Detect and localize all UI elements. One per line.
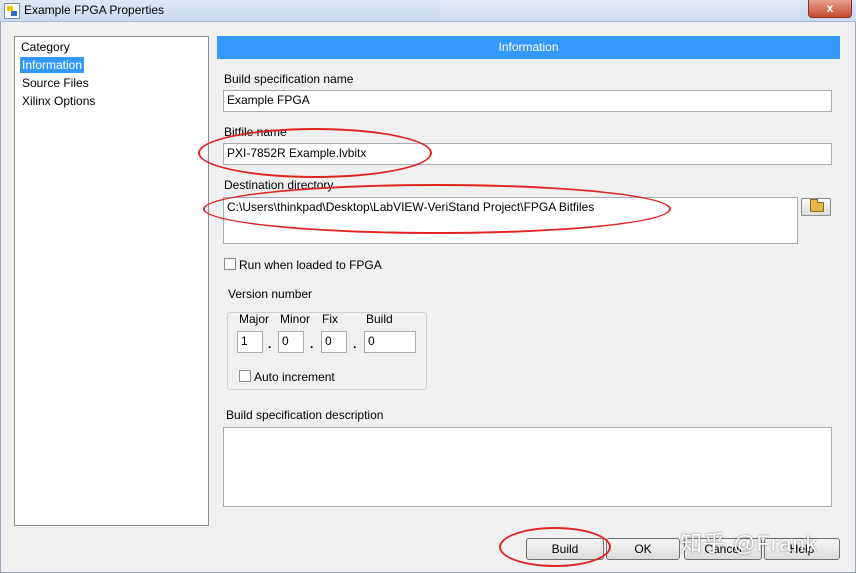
- cancel-button[interactable]: Cancel: [684, 538, 762, 560]
- version-minor-label: Minor: [280, 312, 311, 326]
- run-when-loaded-label: Run when loaded to FPGA: [239, 258, 382, 272]
- auto-increment-checkbox[interactable]: [239, 370, 251, 382]
- version-major-label: Major: [239, 312, 270, 326]
- version-build-label: Build: [366, 312, 393, 326]
- app-icon: [4, 3, 20, 19]
- build-spec-name-input[interactable]: Example FPGA: [223, 90, 832, 112]
- help-button[interactable]: Help: [764, 538, 840, 560]
- section-header: Information: [217, 36, 840, 59]
- category-item-source-files[interactable]: Source Files: [20, 75, 91, 91]
- description-input[interactable]: [223, 427, 832, 507]
- category-item-xilinx-options[interactable]: Xilinx Options: [20, 93, 97, 109]
- category-header: Category: [21, 40, 70, 54]
- category-panel: Category Information Source Files Xilinx…: [14, 36, 209, 526]
- destination-directory-input[interactable]: C:\Users\thinkpad\Desktop\LabVIEW-VeriSt…: [223, 197, 798, 244]
- build-spec-name-label: Build specification name: [224, 72, 354, 86]
- description-label: Build specification description: [226, 408, 384, 422]
- version-separator: .: [353, 337, 357, 351]
- category-item-information[interactable]: Information: [20, 57, 85, 73]
- version-number-label: Version number: [228, 287, 313, 301]
- folder-open-icon: [810, 199, 824, 212]
- version-build-input[interactable]: 0: [364, 331, 416, 353]
- background-toolbar: [440, 1, 800, 21]
- version-fix-input[interactable]: 0: [321, 331, 347, 353]
- destination-directory-label: Destination directory: [224, 178, 334, 192]
- auto-increment-label: Auto increment: [254, 370, 335, 384]
- run-when-loaded-checkbox[interactable]: [224, 258, 236, 270]
- version-major-input[interactable]: 1: [237, 331, 263, 353]
- version-minor-input[interactable]: 0: [278, 331, 304, 353]
- title-bar: Example FPGA Properties x: [0, 0, 856, 22]
- window-title: Example FPGA Properties: [24, 3, 165, 17]
- ok-button[interactable]: OK: [606, 538, 680, 560]
- version-separator: .: [268, 337, 272, 351]
- version-separator: .: [310, 337, 314, 351]
- browse-button[interactable]: [801, 198, 831, 216]
- version-fix-label: Fix: [322, 312, 338, 326]
- bitfile-name-input[interactable]: PXI-7852R Example.lvbitx: [223, 143, 832, 165]
- close-button[interactable]: x: [808, 0, 852, 18]
- build-button[interactable]: Build: [526, 538, 604, 560]
- bitfile-name-label: Bitfile name: [224, 125, 287, 139]
